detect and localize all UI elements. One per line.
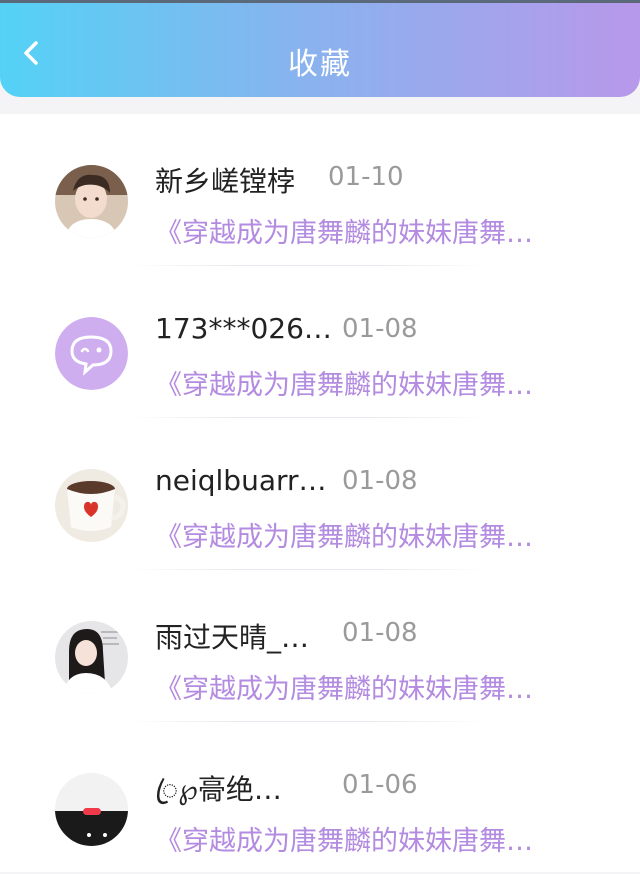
list-item[interactable]: 雨过天晴_… 01-08 《穿越成为唐舞麟的妹妹唐舞… (0, 570, 640, 722)
girl-avatar-image (55, 621, 128, 694)
date-label: 01-08 (342, 466, 418, 496)
boy-avatar-image (55, 165, 128, 238)
phone-screenshot-image (55, 773, 128, 846)
username: 173***026… (155, 312, 332, 345)
list-item[interactable]: 173***026… 01-08 《穿越成为唐舞麟的妹妹唐舞… (0, 266, 640, 418)
date-label: 01-10 (328, 162, 404, 192)
avatar (55, 621, 128, 694)
username: neiqlbuarr… (155, 464, 327, 497)
book-title-snippet: 《穿越成为唐舞麟的妹妹唐舞… (155, 370, 533, 401)
page-title: 收藏 (288, 47, 352, 82)
username: 雨过天晴_… (155, 621, 310, 654)
heart-mug-image (55, 469, 128, 542)
date-label: 01-08 (342, 618, 418, 648)
list-item[interactable]: neiqlbuarr… 01-08 《穿越成为唐舞麟的妹妹唐舞… (0, 418, 640, 570)
avatar (55, 317, 128, 390)
book-title-snippet: 《穿越成为唐舞麟的妹妹唐舞… (155, 826, 533, 857)
list-item[interactable]: 新乡嵯镗桲 01-10 《穿越成为唐舞麟的妹妹唐舞… (0, 114, 640, 266)
chat-bubble-icon (55, 317, 128, 390)
book-title-snippet: 《穿越成为唐舞麟的妹妹唐舞… (155, 674, 533, 705)
favorites-list: 新乡嵯镗桲 01-10 《穿越成为唐舞麟的妹妹唐舞… 173***026… 01… (0, 114, 640, 872)
book-title-snippet: 《穿越成为唐舞麟的妹妹唐舞… (155, 522, 533, 553)
book-title-snippet: 《穿越成为唐舞麟的妹妹唐舞… (155, 218, 533, 249)
avatar (55, 773, 128, 846)
avatar (55, 165, 128, 238)
avatar (55, 469, 128, 542)
username: ꦿ℘䯧绝… (155, 773, 282, 806)
date-label: 01-06 (342, 770, 418, 800)
app-header: 收藏 (0, 3, 640, 97)
date-label: 01-08 (342, 314, 418, 344)
username: 新乡嵯镗桲 (155, 165, 296, 198)
list-item[interactable]: ꦿ℘䯧绝… 01-06 《穿越成为唐舞麟的妹妹唐舞… (0, 722, 640, 874)
